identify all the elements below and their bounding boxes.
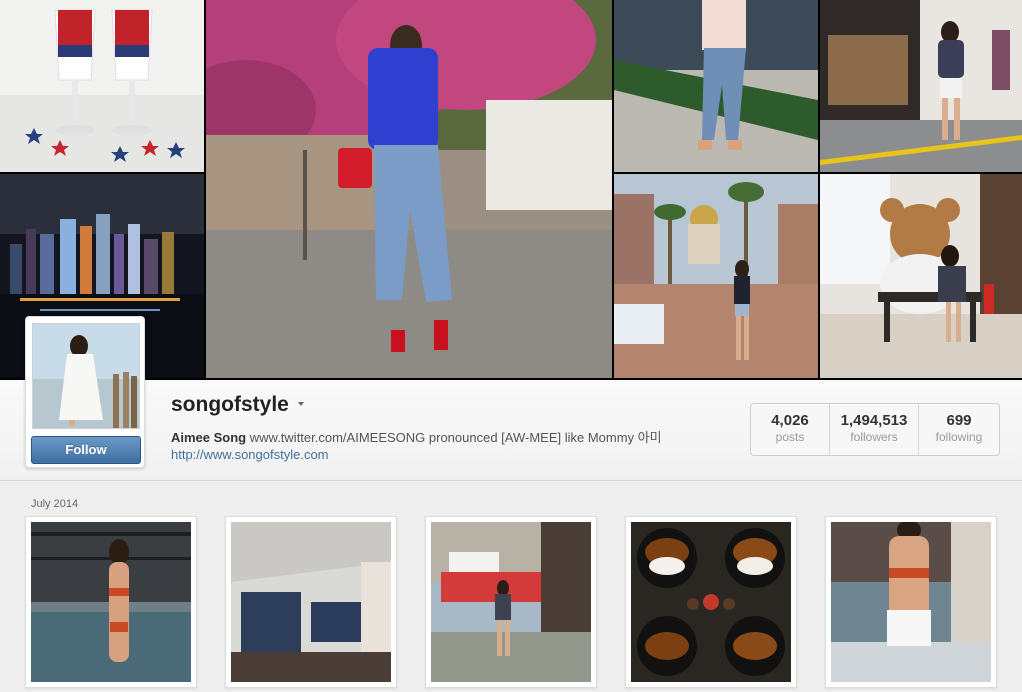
feed-photo-bikini-shorts[interactable] [825,516,997,688]
profile-website-link[interactable]: http://www.songofstyle.com [171,447,329,462]
stat-following[interactable]: 699 following [918,404,999,455]
profile-username[interactable]: songofstyle [171,393,289,417]
stat-followers-label: followers [850,430,898,444]
feed-month-label: July 2014 [31,498,79,510]
cover-photo-street[interactable] [614,174,818,378]
cover-photo-main[interactable] [206,0,612,378]
avatar[interactable] [32,323,140,429]
profile-bio: Aimee Song www.twitter.com/AIMEESONG pro… [171,427,662,446]
follow-button[interactable]: Follow [31,436,141,464]
stat-posts[interactable]: 4,026 posts [751,404,829,455]
profile-full-name: Aimee Song [171,430,247,445]
avatar-card: Follow [25,316,145,468]
chevron-down-icon[interactable] [298,402,304,406]
profile-stats: 4,026 posts 1,494,513 followers 699 foll… [750,403,1000,456]
feed-photo-curry-plates[interactable] [625,516,797,688]
feed-photo-bikini-pool[interactable] [25,516,197,688]
stat-posts-label: posts [775,430,805,444]
cover-photo-parfaits[interactable] [0,0,204,172]
stat-following-value: 699 [946,412,972,429]
feed-photo-street-corner[interactable] [425,516,597,688]
stat-posts-value: 4,026 [771,412,809,429]
cover-photo-shop[interactable] [820,0,1022,172]
cover-mosaic [0,0,1022,380]
feed-photo-indoor-pool[interactable] [225,516,397,688]
stat-following-label: following [935,430,983,444]
cover-photo-teddy[interactable] [820,174,1022,378]
stat-followers-value: 1,494,513 [840,412,908,429]
stat-followers[interactable]: 1,494,513 followers [829,404,918,455]
cover-photo-jeans[interactable] [614,0,818,172]
profile-bio-text: www.twitter.com/AIMEESONG pronounced [AW… [249,430,662,445]
